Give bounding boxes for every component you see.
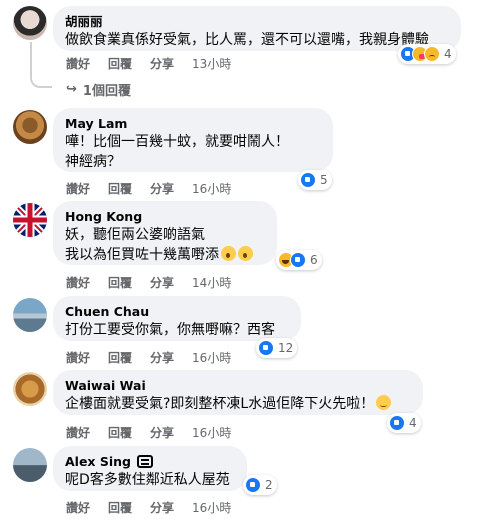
like-icon bbox=[245, 477, 261, 493]
comment-text-part: 企樓面就要受氣?即刻整杯凍L水過佢降下火先啦！ bbox=[65, 396, 375, 412]
share-button[interactable]: 分享 bbox=[150, 424, 174, 441]
avatar[interactable] bbox=[13, 110, 47, 144]
comment-bubble: Waiwai Wai 企樓面就要受氣?即刻整杯凍L水過佢降下火先啦！ bbox=[53, 370, 423, 415]
avatar[interactable] bbox=[13, 298, 47, 332]
reply-button[interactable]: 回覆 bbox=[108, 424, 132, 441]
thread-line bbox=[30, 42, 32, 76]
timestamp[interactable]: 14小時 bbox=[192, 274, 231, 291]
comment-actions: 讚好 回覆 分享 16小時 bbox=[66, 349, 249, 366]
like-icon bbox=[300, 172, 316, 188]
comment-bubble: Hong Kong 妖，聽佢兩公婆啲語氣 我以為佢買咗十幾萬嘢添 bbox=[53, 201, 277, 265]
like-button[interactable]: 讚好 bbox=[66, 424, 90, 441]
comment-text-line2: 我以為佢買咗十幾萬嘢添 bbox=[65, 245, 265, 265]
comment-actions: 讚好 回覆 分享 16小時 bbox=[66, 499, 249, 516]
reaction-count: 2 bbox=[265, 478, 273, 492]
comment-author[interactable]: Alex Sing bbox=[65, 454, 131, 469]
avatar[interactable] bbox=[13, 372, 47, 406]
comment-bubble: Chuen Chau 打份工要受你氣，你無嘢嘛？西客 bbox=[53, 296, 301, 341]
thread-curve bbox=[30, 76, 52, 88]
comment-text: 做飲食業真係好受氣，比人罵，還不可以還嘴，我親身體驗 bbox=[65, 32, 429, 48]
avatar[interactable] bbox=[13, 6, 47, 40]
share-button[interactable]: 分享 bbox=[150, 55, 174, 72]
avatar[interactable] bbox=[13, 203, 47, 237]
reply-button[interactable]: 回覆 bbox=[108, 499, 132, 516]
comment-bubble: 胡丽丽 做飲食業真係好受氣，比人罵，還不可以還嘴，我親身體驗 bbox=[53, 6, 461, 51]
comment-actions: 讚好 回覆 分享 16小時 bbox=[66, 424, 249, 441]
reaction-count: 4 bbox=[444, 47, 452, 61]
reply-button[interactable]: 回覆 bbox=[108, 274, 132, 291]
comment-actions: 讚好 回覆 分享 13小時 bbox=[66, 55, 249, 72]
comment-text-part: ，就要咁鬧人！ bbox=[191, 134, 289, 150]
astonished-emoji-icon bbox=[238, 246, 253, 261]
reaction-summary[interactable]: 5 bbox=[298, 170, 332, 190]
comment-text-line1: 妖，聽佢兩公婆啲語氣 bbox=[65, 227, 205, 243]
like-button[interactable]: 讚好 bbox=[66, 274, 90, 291]
reply-button[interactable]: 回覆 bbox=[108, 180, 132, 197]
comment-author-row: Alex Sing bbox=[65, 453, 235, 470]
reaction-summary[interactable]: 2 bbox=[243, 475, 277, 495]
comment-text-line2: 神經病？ bbox=[65, 154, 121, 170]
reaction-count: 6 bbox=[310, 253, 318, 267]
share-button[interactable]: 分享 bbox=[150, 499, 174, 516]
comment-author[interactable]: Hong Kong bbox=[65, 208, 265, 225]
comment-author[interactable]: Chuen Chau bbox=[65, 303, 289, 320]
timestamp[interactable]: 16小時 bbox=[192, 349, 231, 366]
timestamp[interactable]: 16小時 bbox=[192, 499, 231, 516]
share-button[interactable]: 分享 bbox=[150, 180, 174, 197]
comment-text: 呢D客多數住鄰近私人屋苑 bbox=[65, 472, 230, 488]
replies-label: 1個回覆 bbox=[82, 84, 131, 99]
sad-icon bbox=[424, 46, 440, 62]
like-icon bbox=[389, 415, 405, 431]
comment-text-line1: 嘩！比個一百幾十蚊，就要咁鬧人！ bbox=[65, 132, 321, 152]
comment-text: 企樓面就要受氣?即刻整杯凍L水過佢降下火先啦！ bbox=[65, 394, 411, 414]
comment-author[interactable]: 胡丽丽 bbox=[65, 13, 449, 30]
comment-bubble: Alex Sing 呢D客多數住鄰近私人屋苑 bbox=[53, 446, 247, 491]
timestamp[interactable]: 16小時 bbox=[192, 180, 231, 197]
timestamp[interactable]: 13小時 bbox=[192, 55, 231, 72]
comment-text-part: 我以為佢買咗十幾萬嘢添 bbox=[65, 247, 219, 263]
flag-icon bbox=[13, 203, 47, 237]
reply-button[interactable]: 回覆 bbox=[108, 55, 132, 72]
badge-icon bbox=[137, 455, 153, 468]
smile-emoji-icon bbox=[376, 395, 392, 410]
share-button[interactable]: 分享 bbox=[150, 349, 174, 366]
view-replies-link[interactable]: ↪ 1個回覆 bbox=[66, 80, 131, 99]
like-button[interactable]: 讚好 bbox=[66, 349, 90, 366]
comment-actions: 讚好 回覆 分享 14小時 bbox=[66, 274, 249, 291]
like-icon bbox=[290, 252, 306, 268]
reply-arrow-icon: ↪ bbox=[66, 82, 77, 97]
like-button[interactable]: 讚好 bbox=[66, 499, 90, 516]
reaction-count: 12 bbox=[278, 341, 294, 355]
reaction-summary[interactable]: 4 bbox=[387, 413, 421, 433]
reply-button[interactable]: 回覆 bbox=[108, 349, 132, 366]
comment-author[interactable]: May Lam bbox=[65, 115, 321, 132]
comment-bubble: May Lam 嘩！比個一百幾十蚊，就要咁鬧人！ 神經病？ bbox=[53, 108, 333, 172]
reaction-summary[interactable]: 4 bbox=[398, 44, 456, 64]
like-button[interactable]: 讚好 bbox=[66, 55, 90, 72]
reaction-summary[interactable]: 6 bbox=[276, 250, 322, 270]
comment-text-part: 嘩！比個一百幾十蚊 bbox=[65, 134, 191, 150]
comment-text: 打份工要受你氣，你無嘢嘛？西客 bbox=[65, 322, 275, 338]
like-button[interactable]: 讚好 bbox=[66, 180, 90, 197]
reaction-count: 5 bbox=[320, 173, 328, 187]
like-icon bbox=[258, 340, 274, 356]
avatar[interactable] bbox=[13, 448, 47, 482]
reaction-count: 4 bbox=[409, 416, 417, 430]
reaction-summary[interactable]: 12 bbox=[256, 338, 298, 358]
comment-author[interactable]: Waiwai Wai bbox=[65, 377, 411, 394]
timestamp[interactable]: 16小時 bbox=[192, 424, 231, 441]
share-button[interactable]: 分享 bbox=[150, 274, 174, 291]
comment-actions: 讚好 回覆 分享 16小時 bbox=[66, 180, 249, 197]
astonished-emoji-icon bbox=[221, 246, 236, 261]
